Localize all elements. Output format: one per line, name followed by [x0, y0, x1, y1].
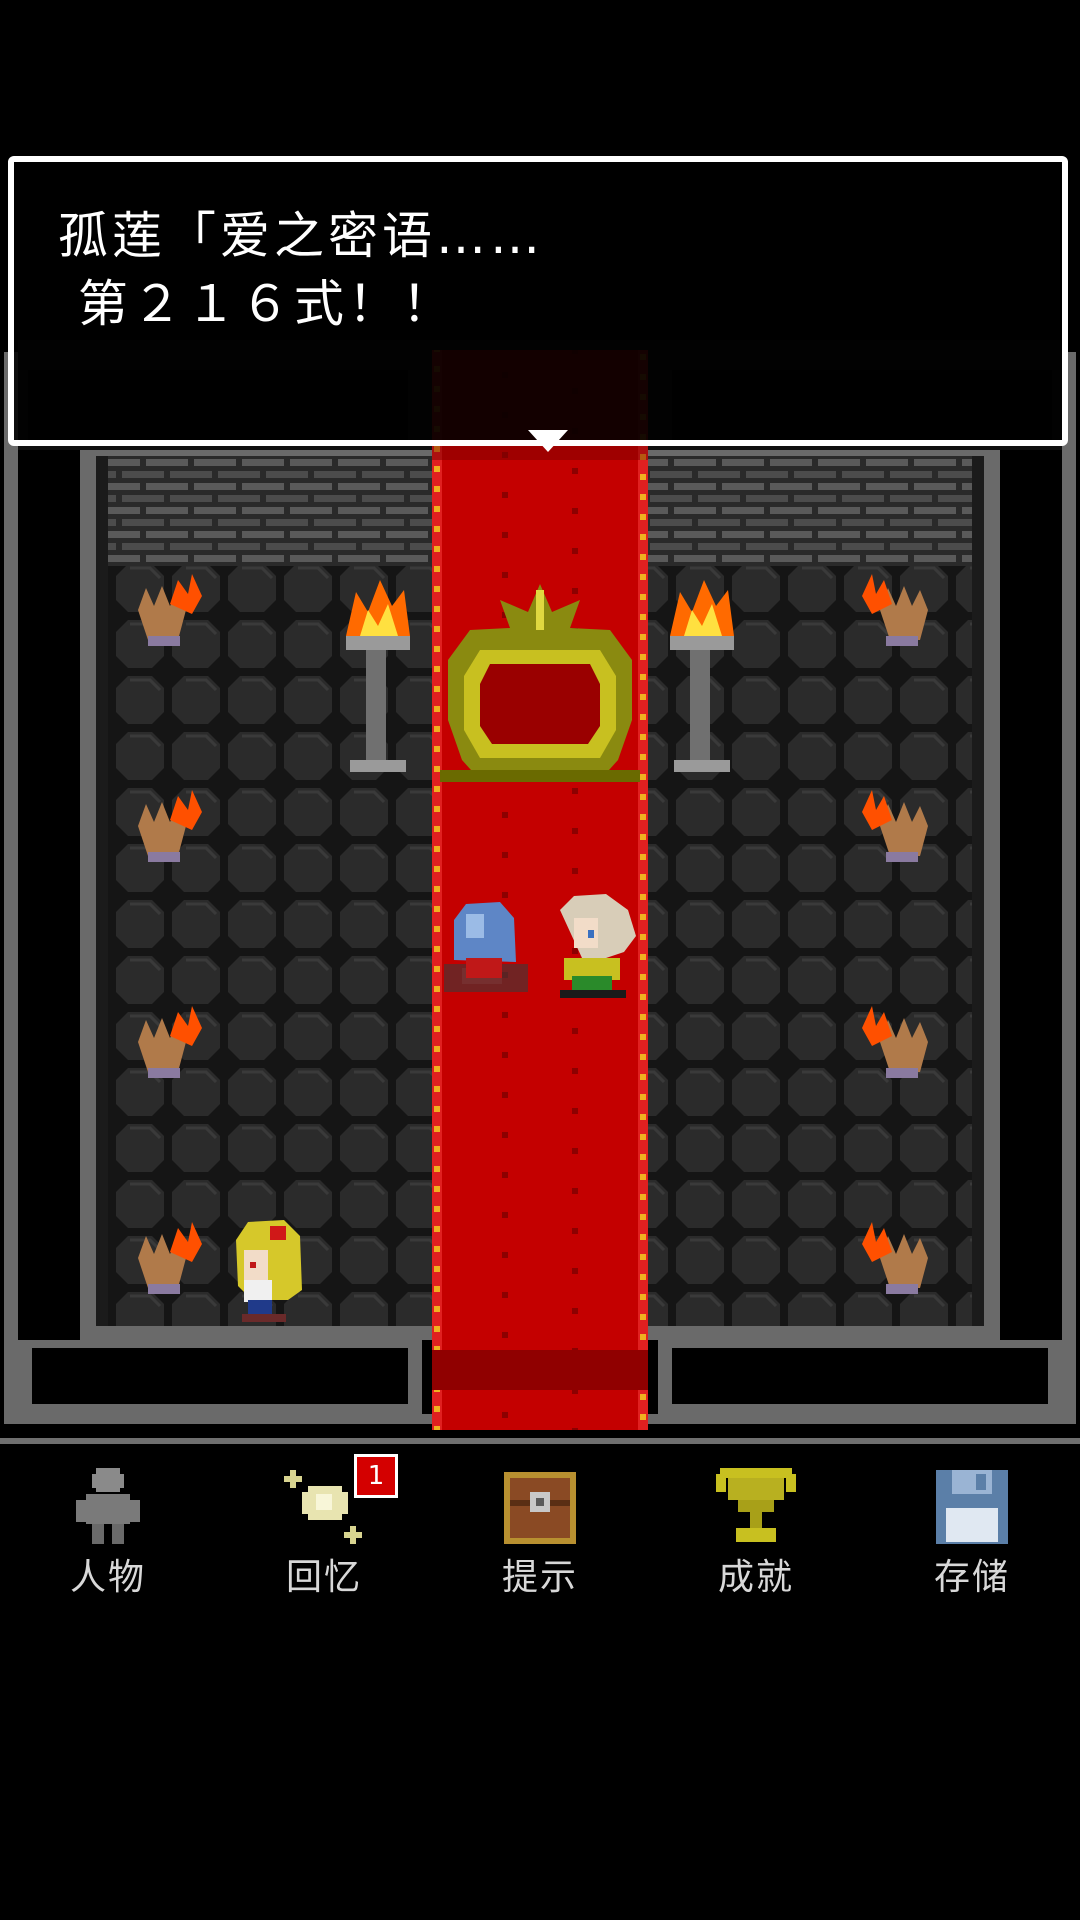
- dialog-line-2: 第２１６式！！: [58, 275, 456, 333]
- continue-arrow-icon[interactable]: [528, 430, 568, 452]
- nav-label-achievements: 成就: [717, 1557, 794, 1598]
- nav-label-save: 存储: [933, 1557, 1010, 1598]
- dialog-line-1: 孤莲「爱之密语……: [58, 207, 544, 265]
- memory-badge: 1: [354, 1454, 398, 1498]
- nav-item-character[interactable]: 人物: [18, 1446, 198, 1606]
- nav-label-memory: 回忆: [285, 1557, 362, 1598]
- nav-item-achievements[interactable]: 成就: [666, 1446, 846, 1606]
- bottom-nav: 人物 1 回忆 提示 成就 存储: [0, 1446, 1080, 1606]
- floppy-disk-icon: [936, 1470, 1008, 1544]
- dialog-box[interactable]: 孤莲「爱之密语…… 第２１６式！！: [8, 156, 1068, 452]
- trophy-icon: [716, 1468, 796, 1542]
- treasure-chest-icon: [504, 1472, 576, 1544]
- nav-item-save[interactable]: 存储: [882, 1446, 1062, 1606]
- memory-sparkle-icon: [284, 1470, 362, 1544]
- nav-divider: [0, 1438, 1080, 1444]
- nav-item-memory[interactable]: 1 回忆: [234, 1446, 414, 1606]
- nav-item-hint[interactable]: 提示: [450, 1446, 630, 1606]
- nav-label-character: 人物: [69, 1557, 146, 1598]
- nav-label-hint: 提示: [501, 1557, 578, 1598]
- person-icon: [76, 1468, 140, 1544]
